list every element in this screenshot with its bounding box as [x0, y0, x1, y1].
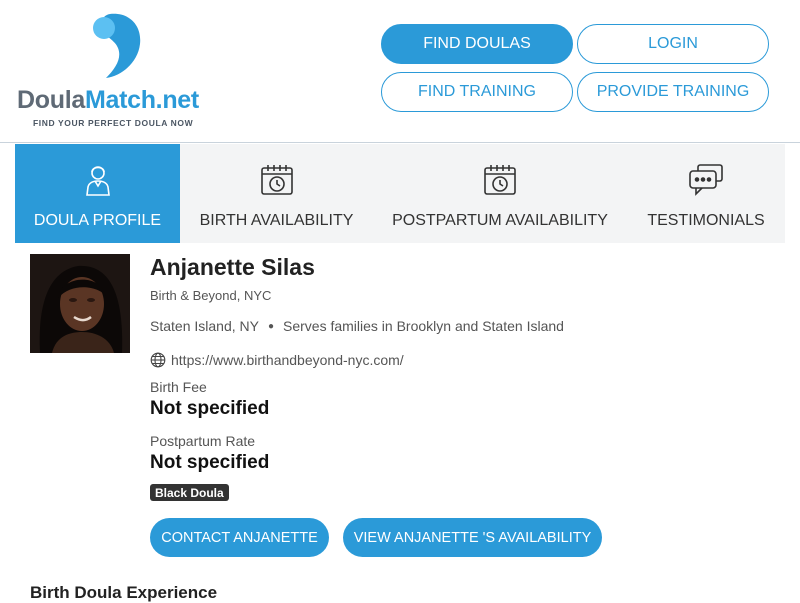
globe-icon [150, 352, 166, 368]
doula-agency: Birth & Beyond, NYC [150, 288, 272, 303]
logo-word-doula: Doula [17, 86, 85, 114]
birth-fee-label: Birth Fee [150, 379, 207, 395]
person-icon [85, 166, 110, 196]
black-doula-badge: Black Doula [150, 484, 229, 501]
contact-button[interactable]: CONTACT ANJANETTE [150, 518, 329, 557]
website-line: https://www.birthandbeyond-nyc.com/ [150, 352, 404, 368]
tab-label: POSTPARTUM AVAILABILITY [392, 212, 608, 229]
view-availability-button[interactable]: VIEW ANJANETTE 'S AVAILABILITY [343, 518, 602, 557]
calendar-clock-icon [484, 165, 516, 195]
tab-testimonials[interactable]: TESTIMONIALS [627, 144, 785, 243]
doula-location: Staten Island, NY [150, 318, 259, 334]
birth-fee-value: Not specified [150, 398, 270, 419]
chat-bubbles-icon [689, 164, 723, 196]
tab-doula-profile[interactable]: DOULA PROFILE [15, 144, 180, 243]
tab-postpartum-availability[interactable]: POSTPARTUM AVAILABILITY [373, 144, 627, 243]
login-button[interactable]: LOGIN [577, 24, 769, 64]
location-line: Staten Island, NY ● Serves families in B… [150, 318, 564, 334]
find-doulas-button[interactable]: FIND DOULAS [381, 24, 573, 64]
profile-photo [30, 254, 130, 353]
postpartum-rate-value: Not specified [150, 452, 270, 473]
tab-label: BIRTH AVAILABILITY [199, 212, 354, 229]
service-area: Serves families in Brooklyn and Staten I… [283, 318, 564, 334]
birth-doula-experience-heading: Birth Doula Experience [30, 583, 218, 602]
postpartum-rate-label: Postpartum Rate [150, 433, 256, 449]
provide-training-button[interactable]: PROVIDE TRAINING [577, 72, 769, 112]
logo-word-match: Match.net [84, 86, 199, 114]
doula-name: Anjanette Silas [150, 254, 315, 280]
tab-birth-availability[interactable]: BIRTH AVAILABILITY [180, 144, 373, 243]
separator-dot: ● [267, 320, 274, 332]
logo-tagline: FIND YOUR PERFECT DOULA NOW [33, 118, 194, 128]
logo-wordmark[interactable]: DoulaMatch.net [17, 86, 199, 115]
website-link[interactable]: https://www.birthandbeyond-nyc.com/ [171, 352, 404, 368]
tab-label: TESTIMONIALS [647, 212, 765, 229]
profile-tabs: DOULA PROFILE BIRTH AVAILABILITY POSTPAR… [15, 144, 785, 243]
find-training-button[interactable]: FIND TRAINING [381, 72, 573, 112]
tab-label: DOULA PROFILE [33, 212, 162, 229]
site-header: DoulaMatch.net FIND YOUR PERFECT DOULA N… [0, 0, 800, 143]
logo-icon[interactable] [88, 12, 142, 82]
calendar-clock-icon [260, 165, 293, 195]
